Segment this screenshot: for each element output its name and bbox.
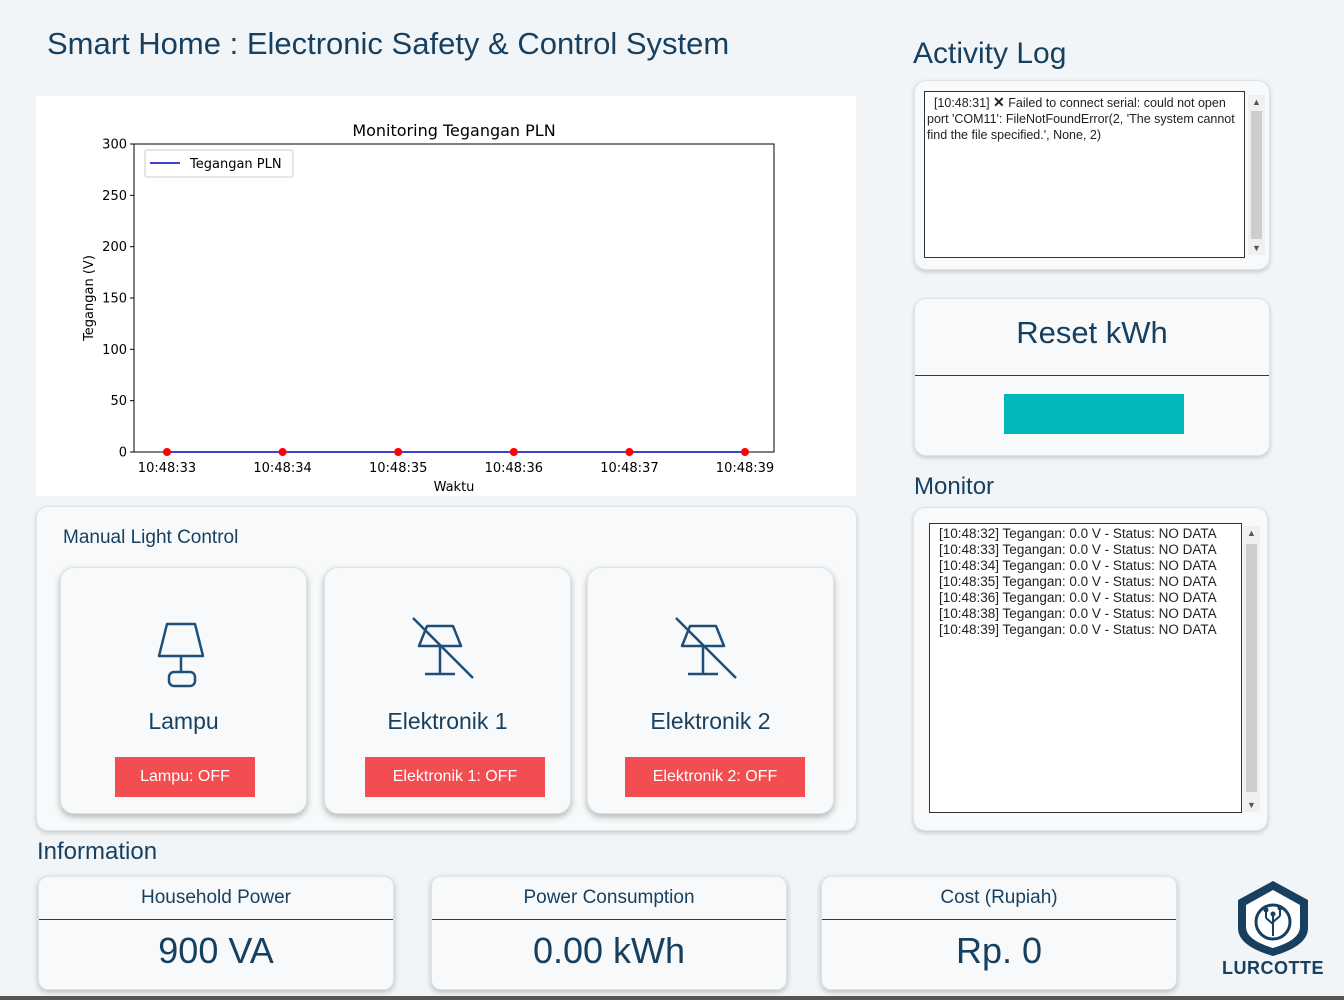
x-tick-label: 10:48:34	[253, 461, 311, 476]
divider	[822, 919, 1176, 920]
monitor-text[interactable]: [10:48:32] Tegangan: 0.0 V - Status: NO …	[929, 523, 1242, 813]
power-consumption-card: Power Consumption 0.00 kWh	[431, 876, 787, 990]
data-point	[509, 448, 518, 456]
y-tick-label: 50	[110, 394, 127, 409]
log-timestamp: [10:48:31]	[933, 96, 990, 110]
plot-area	[133, 143, 775, 453]
reset-kwh-button[interactable]	[1004, 394, 1184, 434]
x-tick-label: 10:48:37	[600, 461, 658, 476]
y-tick-label: 100	[102, 343, 127, 358]
card-value: Rp. 0	[955, 930, 1043, 971]
reset-kwh-panel: Reset kWh	[914, 298, 1270, 456]
cost-card: Cost (Rupiah) Rp. 0	[821, 876, 1177, 990]
activity-log-text[interactable]: [10:48:31] ✕ Failed to connect serial: c…	[924, 91, 1245, 258]
bottom-edge	[0, 996, 1344, 1000]
lurcotte-logo: LURCOTTE	[1218, 878, 1328, 980]
scroll-down-icon[interactable]: ▼	[1248, 241, 1265, 255]
lamp-icon	[157, 622, 205, 688]
device-off-icon	[412, 617, 474, 679]
device-card-elektronik-2: Elektronik 2 Elektronik 2: OFF	[587, 567, 834, 814]
scroll-up-icon[interactable]: ▲	[1243, 526, 1260, 540]
monitor-panel: [10:48:32] Tegangan: 0.0 V - Status: NO …	[913, 507, 1268, 831]
information-title: Information	[37, 838, 158, 865]
x-tick-label: 10:48:33	[138, 461, 196, 476]
error-x-icon: ✕	[993, 94, 1005, 110]
data-point	[163, 448, 171, 456]
device-card-elektronik-1: Elektronik 1 Elektronik 1: OFF	[324, 567, 571, 814]
household-power-card: Household Power 900 VA	[38, 876, 394, 990]
y-tick-label: 0	[119, 446, 127, 461]
monitor-line: [10:48:36] Tegangan: 0.0 V - Status: NO …	[939, 590, 1217, 605]
x-axis-label: Waktu	[434, 480, 475, 495]
activity-log-title: Activity Log	[913, 37, 1067, 70]
page-title: Smart Home : Electronic Safety & Control…	[47, 26, 730, 61]
manual-light-control-panel: Manual Light Control Lampu Lampu: OFF El…	[36, 506, 857, 831]
scrollbar-thumb[interactable]	[1251, 111, 1262, 239]
voltage-chart: Monitoring Tegangan PLN Waktu Tegangan (V)…	[36, 96, 856, 496]
legend-label: Tegangan PLN	[189, 157, 282, 172]
y-tick-label: 200	[102, 240, 127, 255]
device-card-lampu: Lampu Lampu: OFF	[60, 567, 307, 814]
monitor-line: [10:48:35] Tegangan: 0.0 V - Status: NO …	[939, 574, 1217, 589]
monitor-title: Monitor	[914, 473, 995, 500]
data-point	[625, 448, 634, 456]
card-value: 0.00 kWh	[532, 930, 686, 971]
x-tick-label: 10:48:39	[716, 461, 774, 476]
x-tick-label: 10:48:36	[485, 461, 543, 476]
y-tick-label: 250	[102, 189, 127, 204]
data-point	[741, 448, 749, 456]
elektronik-2-toggle-button[interactable]: Elektronik 2: OFF	[625, 757, 805, 797]
reset-kwh-title: Reset kWh	[1016, 315, 1168, 350]
card-label: Power Consumption	[523, 887, 695, 908]
activity-log-panel: [10:48:31] ✕ Failed to connect serial: c…	[914, 80, 1270, 270]
y-tick-label: 150	[102, 292, 127, 307]
divider	[432, 919, 786, 920]
brand-name: LURCOTTE	[1222, 958, 1324, 978]
device-name: Elektronik 2	[650, 708, 771, 734]
monitor-line: [10:48:34] Tegangan: 0.0 V - Status: NO …	[939, 558, 1217, 573]
monitor-line: [10:48:38] Tegangan: 0.0 V - Status: NO …	[939, 606, 1217, 621]
elektronik-1-toggle-button[interactable]: Elektronik 1: OFF	[365, 757, 545, 797]
activity-log-scrollbar[interactable]: ▲ ▼	[1248, 95, 1265, 255]
scroll-down-icon[interactable]: ▼	[1243, 798, 1260, 812]
scroll-up-icon[interactable]: ▲	[1248, 95, 1265, 109]
shield-circuit-logo	[1238, 881, 1308, 956]
y-tick-label: 300	[102, 138, 127, 153]
monitor-line: [10:48:33] Tegangan: 0.0 V - Status: NO …	[939, 542, 1217, 557]
voltage-chart-svg: Monitoring Tegangan PLN Waktu Tegangan (V)…	[82, 121, 775, 495]
device-name: Lampu	[148, 708, 219, 734]
monitor-line: [10:48:39] Tegangan: 0.0 V - Status: NO …	[939, 622, 1217, 637]
chart-title: Monitoring Tegangan PLN	[352, 121, 555, 140]
scrollbar-thumb[interactable]	[1246, 544, 1257, 792]
data-point	[394, 448, 403, 456]
x-tick-label: 10:48:35	[369, 461, 427, 476]
lampu-toggle-button[interactable]: Lampu: OFF	[115, 757, 255, 797]
card-value: 900 VA	[158, 930, 274, 971]
y-axis-label: Tegangan (V)	[82, 255, 97, 342]
divider	[915, 375, 1269, 376]
divider	[39, 919, 393, 920]
manual-light-control-title: Manual Light Control	[63, 527, 239, 548]
data-point	[278, 448, 287, 456]
device-name: Elektronik 1	[387, 708, 508, 734]
monitor-scrollbar[interactable]: ▲ ▼	[1243, 526, 1260, 812]
monitor-line: [10:48:32] Tegangan: 0.0 V - Status: NO …	[939, 526, 1217, 541]
card-label: Household Power	[141, 887, 291, 908]
card-label: Cost (Rupiah)	[940, 887, 1058, 908]
device-off-icon	[675, 617, 737, 679]
